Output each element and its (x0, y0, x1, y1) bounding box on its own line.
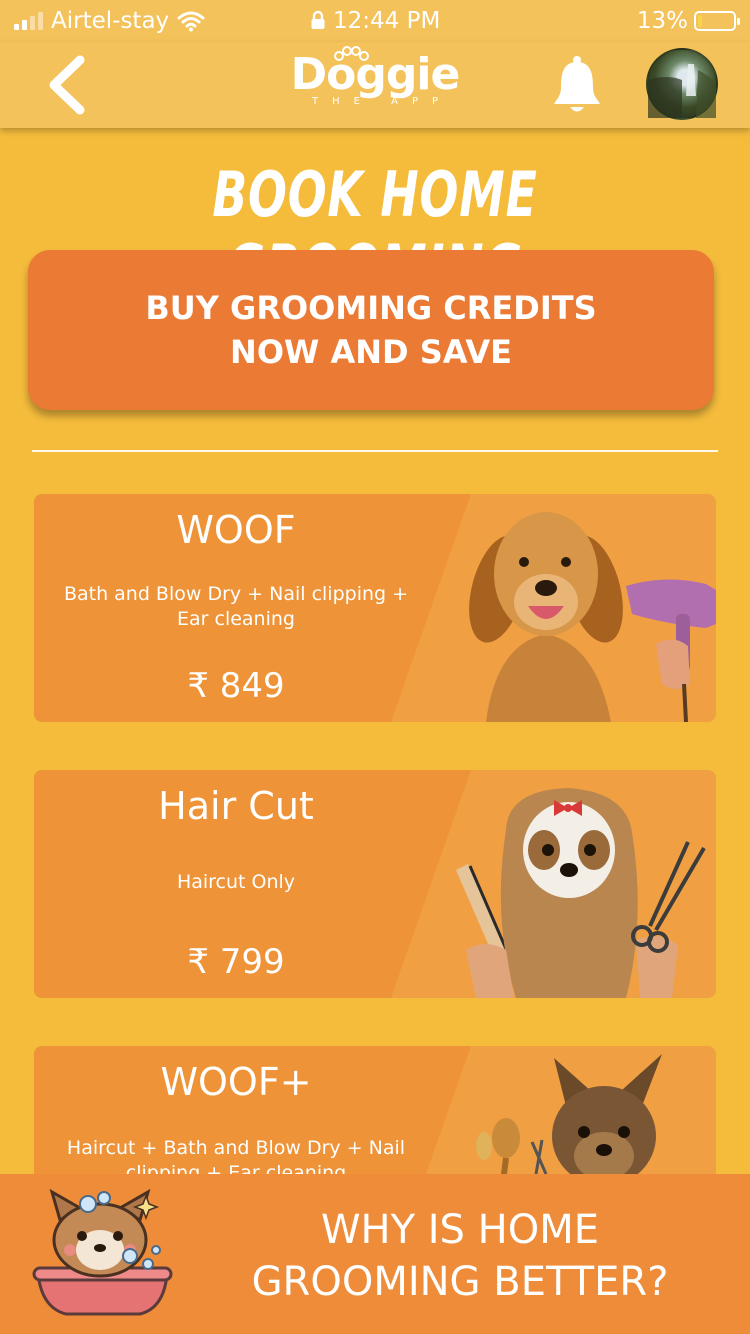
clock-text: 12:44 PM (333, 8, 441, 34)
app-header: Doggie THE APP (0, 42, 750, 128)
logo-subtext: THE APP (311, 96, 453, 107)
paw-icon (334, 46, 369, 61)
service-price: ₹ 849 (187, 666, 285, 706)
footer-line-2: GROOMING BETTER? (251, 1259, 669, 1305)
service-title: WOOF+ (160, 1060, 312, 1104)
buy-credits-button[interactable]: BUY GROOMING CREDITS NOW AND SAVE (28, 250, 714, 410)
dog-bath-mascot-icon (32, 1188, 173, 1316)
service-description: Haircut Only (176, 871, 296, 893)
service-card-haircut[interactable]: Hair Cut Haircut Only ₹ 799 (34, 770, 716, 998)
bell-icon (554, 56, 600, 112)
battery-icon (694, 11, 740, 31)
battery-fill (698, 15, 702, 27)
divider (32, 450, 718, 452)
service-description: Bath and Blow Dry + Nail clipping + Ear … (63, 583, 409, 630)
lock-icon (311, 10, 325, 29)
promo-line-2: NOW AND SAVE (230, 333, 512, 371)
service-price: ₹ 799 (187, 942, 285, 982)
status-bar: Airtel-stay 12:44 PM 13% (0, 0, 750, 42)
logo-text: Doggie (290, 49, 461, 100)
battery-percent: 13% (636, 8, 688, 34)
notifications-button[interactable] (550, 54, 604, 116)
footer-line-1: WHY IS HOME (320, 1207, 600, 1253)
golden-retriever-dryer-image (469, 512, 716, 722)
service-title: WOOF (176, 508, 296, 552)
promo-line-1: BUY GROOMING CREDITS (145, 289, 597, 327)
avatar[interactable] (646, 48, 718, 120)
app-logo: Doggie THE APP (0, 46, 750, 107)
shih-tzu-scissors-image (456, 788, 706, 998)
why-home-grooming-banner[interactable]: WHY IS HOME GROOMING BETTER? (0, 1174, 750, 1334)
service-card-woof[interactable]: WOOF Bath and Blow Dry + Nail clipping +… (34, 494, 716, 722)
status-right: 13% (636, 8, 740, 34)
footer-title: WHY IS HOME GROOMING BETTER? (200, 1204, 720, 1308)
profile-photo-icon (648, 64, 716, 118)
service-title: Hair Cut (158, 784, 314, 828)
